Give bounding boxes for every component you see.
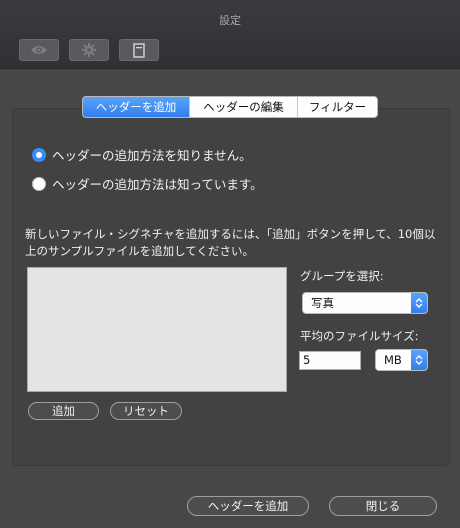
file-size-unit-value: MB <box>384 353 402 367</box>
add-header-button[interactable]: ヘッダーを追加 <box>187 496 309 516</box>
title-bar: 設定 <box>0 0 460 69</box>
tab-filter[interactable]: フィルター <box>297 97 377 117</box>
instructions-text: 新しいファイル・シグネチャを追加するには、「追加」ボタンを押して、10個以上のサ… <box>25 227 436 258</box>
settings-window: 設定 ヘッダーを追加 ヘッダーの編集 フィルター ヘッダーの追加方法を知りません… <box>0 0 460 528</box>
close-button[interactable]: 閉じる <box>329 496 437 516</box>
eye-icon <box>30 44 48 56</box>
chevron-up-down-icon <box>411 293 427 313</box>
toolbar-gear-button[interactable] <box>69 39 109 61</box>
option-dont-know-label: ヘッダーの追加方法を知りません。 <box>52 148 252 163</box>
file-size-unit-select[interactable]: MB <box>375 349 428 371</box>
tab-edit-header[interactable]: ヘッダーの編集 <box>189 97 297 117</box>
gear-icon <box>82 43 96 57</box>
option-know[interactable]: ヘッダーの追加方法は知っています。 <box>32 174 263 193</box>
group-label: グループを選択: <box>300 269 384 283</box>
add-button[interactable]: 追加 <box>28 402 99 420</box>
radio-unselected-icon[interactable] <box>32 176 46 191</box>
reset-button[interactable]: リセット <box>110 402 182 420</box>
radio-selected-icon[interactable] <box>32 147 46 162</box>
group-select-value: 写真 <box>311 296 334 310</box>
option-dont-know[interactable]: ヘッダーの追加方法を知りません。 <box>32 145 252 164</box>
document-icon <box>133 42 145 58</box>
window-title: 設定 <box>219 14 241 27</box>
sample-files-list[interactable] <box>27 267 287 392</box>
tab-bar: ヘッダーを追加 ヘッダーの編集 フィルター <box>82 96 378 118</box>
file-size-label: 平均のファイルサイズ: <box>300 329 419 343</box>
tab-add-header[interactable]: ヘッダーを追加 <box>83 97 189 117</box>
option-know-label: ヘッダーの追加方法は知っています。 <box>52 177 263 192</box>
chevron-up-down-icon <box>411 350 427 370</box>
toolbar-eye-button[interactable] <box>19 39 59 61</box>
file-size-input[interactable]: 5 <box>299 351 361 370</box>
group-select[interactable]: 写真 <box>302 292 428 314</box>
toolbar-document-button[interactable] <box>119 39 159 61</box>
